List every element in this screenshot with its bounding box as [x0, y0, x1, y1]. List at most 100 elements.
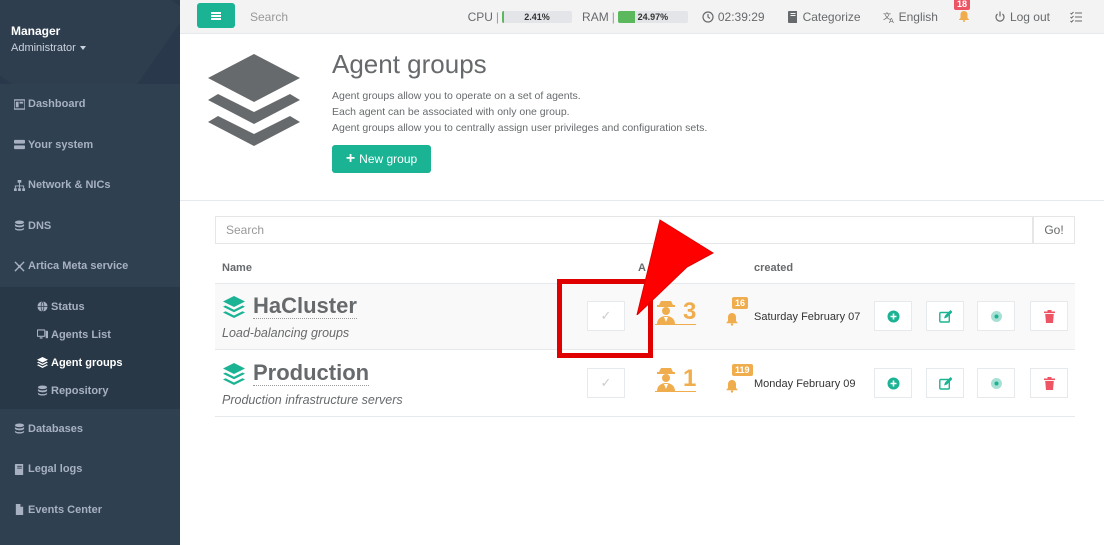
deploy-group-button[interactable] [977, 368, 1015, 398]
top-navbar: Search CPU | 2.41% RAM | 24.97% 02:39:29… [180, 0, 1104, 34]
sidebar-item-label: Repository [51, 384, 109, 397]
sidebar-item-events-center[interactable]: Events Center [0, 490, 180, 531]
agent-count: 1 [683, 365, 697, 392]
ram-meter: 24.97% [617, 11, 688, 23]
alerts-indicator[interactable]: 119 [725, 364, 753, 393]
group-description: Production infrastructure servers [222, 393, 403, 407]
edit-icon [938, 376, 952, 390]
network-icon [13, 179, 25, 191]
categorize-label: Categorize [802, 10, 861, 24]
sidebar-subitem-status[interactable]: Status [0, 293, 180, 321]
cpu-value: 2.41% [524, 12, 550, 22]
bell-icon [958, 11, 969, 22]
sidebar-item-label: Status [51, 300, 85, 313]
meta-icon [13, 260, 25, 272]
language-label: English [898, 10, 938, 24]
categorize-link[interactable]: Categorize [787, 10, 861, 24]
sidebar-item-label: Your system [28, 138, 94, 151]
sidebar-item-dashboard[interactable]: Dashboard [0, 84, 180, 125]
trash-icon [1043, 376, 1055, 390]
sidebar-item-label: Dashboard [28, 98, 86, 111]
clock-time: 02:39:29 [717, 10, 765, 24]
server-icon [13, 139, 25, 151]
sidebar-item-label: Legal logs [28, 463, 83, 476]
dashboard-icon [13, 98, 25, 110]
sidebar-nav: Dashboard Your system Network & NICs DNS… [0, 84, 180, 287]
tasks-button[interactable] [1070, 11, 1086, 23]
book-icon [13, 463, 25, 475]
alerts-count-badge: 119 [732, 364, 753, 376]
sidebar-item-label: Artica Meta service [28, 260, 129, 273]
group-name: Production [253, 360, 370, 386]
layers-icon [208, 54, 300, 146]
profile-role-dropdown[interactable]: Administrator [11, 42, 169, 54]
column-header-created[interactable]: created [754, 262, 793, 274]
alerts-indicator[interactable]: 16 [725, 297, 749, 326]
sidebar-item-network[interactable]: Network & NICs [0, 165, 180, 206]
group-name-link[interactable]: Production [223, 360, 370, 386]
edit-group-button[interactable] [926, 301, 964, 331]
file-icon [13, 504, 25, 516]
add-agent-button[interactable] [874, 301, 912, 331]
sidebar-item-dns[interactable]: DNS [0, 206, 180, 247]
caret-down-icon [79, 46, 86, 51]
add-agent-button[interactable] [874, 368, 912, 398]
agent-count-link[interactable]: 1 [655, 365, 697, 392]
monitor-icon [36, 329, 48, 341]
sidebar-item-label: Agent groups [51, 356, 123, 369]
database-icon [13, 423, 25, 435]
sidebar-item-databases[interactable]: Databases [0, 409, 180, 450]
deploy-group-button[interactable] [977, 301, 1015, 331]
plus-circle-icon [887, 310, 899, 322]
group-search-input[interactable]: Search [215, 216, 1033, 244]
sidebar-item-your-system[interactable]: Your system [0, 125, 180, 166]
sidebar-item-label: Agents List [51, 328, 111, 341]
logout-link[interactable]: Log out [994, 10, 1050, 24]
created-date: Monday February 09 [754, 378, 856, 390]
disc-icon [990, 377, 1002, 389]
separator: | [495, 10, 500, 24]
language-selector[interactable]: 文A English [883, 10, 938, 24]
sidebar-item-artica-meta[interactable]: Artica Meta service [0, 246, 180, 287]
page-description: Agent groups allow you to operate on a s… [332, 88, 707, 136]
bell-wrap: 18 [953, 0, 972, 24]
list-check-icon [1070, 11, 1082, 23]
group-name-link[interactable]: HaCluster [223, 294, 357, 319]
ram-label: RAM [582, 10, 609, 24]
delete-group-button[interactable] [1030, 301, 1068, 331]
sidebar: Manager Administrator Dashboard Your sys… [0, 0, 180, 545]
menu-toggle-button[interactable] [197, 3, 235, 28]
group-search-placeholder: Search [226, 223, 265, 237]
layers-icon [223, 295, 245, 318]
sidebar-item-legal-logs[interactable]: Legal logs [0, 449, 180, 490]
search-go-button[interactable]: Go! [1033, 216, 1075, 244]
svg-text:A: A [889, 17, 894, 23]
group-name: HaCluster [253, 293, 357, 319]
sidebar-subitem-repository[interactable]: Repository [0, 377, 180, 405]
globe-icon [36, 301, 48, 313]
sidebar-profile: Manager Administrator [0, 0, 180, 84]
notifications-button[interactable]: 18 [953, 0, 972, 24]
new-group-label: New group [359, 152, 418, 166]
edit-group-button[interactable] [926, 368, 964, 398]
new-group-button[interactable]: + New group [332, 145, 431, 173]
sidebar-item-label: Events Center [28, 503, 102, 516]
hamburger-icon [211, 14, 221, 17]
notification-count-badge: 18 [953, 0, 970, 10]
enabled-checkbox[interactable]: ✓ [587, 368, 625, 398]
clock: 02:39:29 [702, 10, 765, 24]
agent-icon [657, 368, 675, 391]
sidebar-subitem-agents-list[interactable]: Agents List [0, 321, 180, 349]
sidebar-item-label: DNS [28, 219, 52, 232]
sidebar-subitem-agent-groups[interactable]: Agent groups [0, 349, 180, 377]
page-title: Agent groups [332, 49, 487, 79]
delete-group-button[interactable] [1030, 368, 1068, 398]
description-line: Agent groups allow you to centrally assi… [332, 122, 708, 134]
top-search-input[interactable]: Search [250, 10, 288, 24]
page-header: Agent groups Agent groups allow you to o… [180, 34, 1104, 201]
created-date: Saturday February 07 [754, 311, 861, 323]
bell-icon [726, 380, 738, 393]
book-icon [787, 11, 797, 23]
ram-value: 24.97% [637, 12, 669, 22]
column-header-name[interactable]: Name [222, 262, 252, 274]
